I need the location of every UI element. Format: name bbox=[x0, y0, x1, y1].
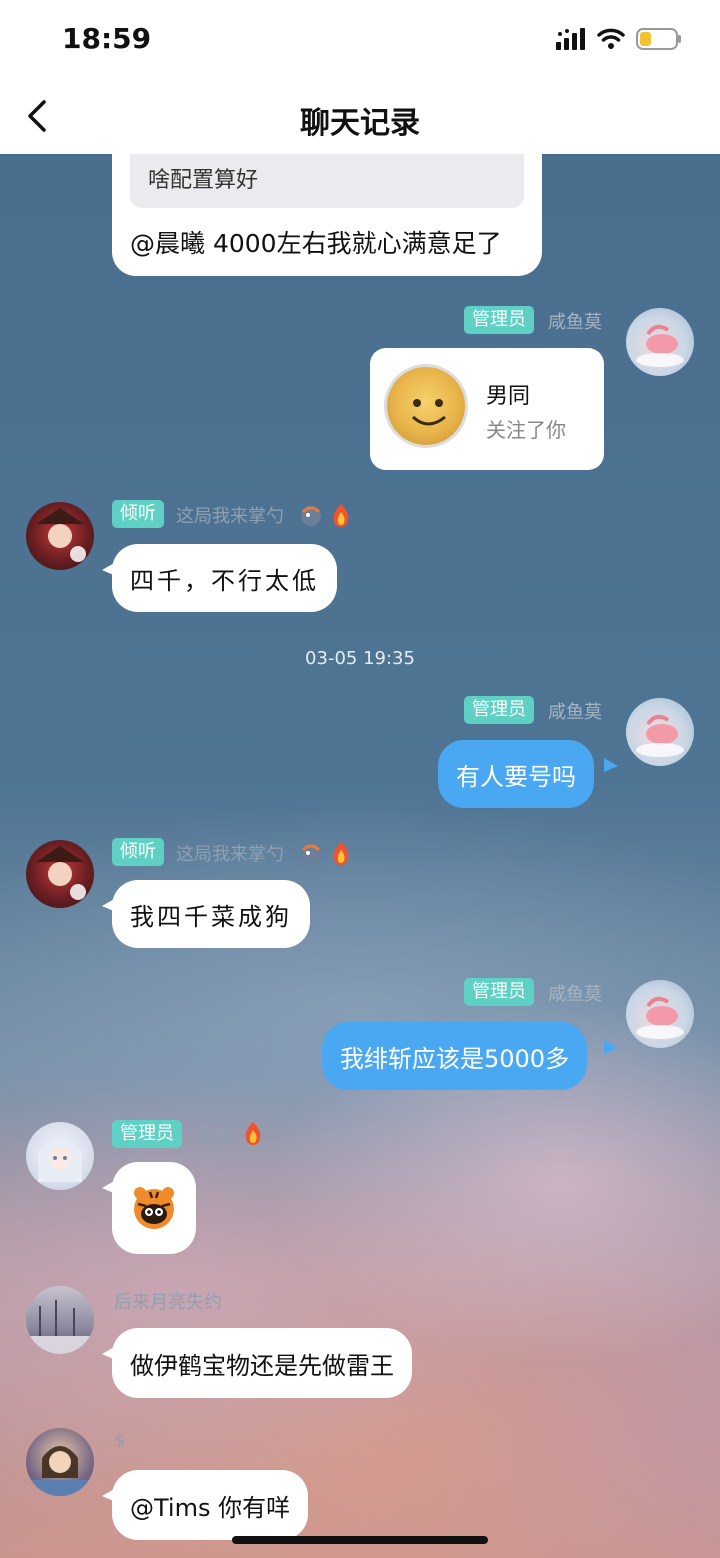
avatar[interactable] bbox=[626, 308, 694, 376]
message-text: 四千，不行太低 bbox=[130, 566, 319, 595]
message-text: 我四千菜成狗 bbox=[130, 902, 292, 931]
username: 弦弦 bbox=[196, 1126, 232, 1147]
message-bubble[interactable]: 四千，不行太低 bbox=[112, 544, 337, 612]
follow-user-name: 男同 bbox=[486, 384, 531, 409]
admin-badge: 管理员 bbox=[464, 978, 534, 1006]
bubble-tail bbox=[102, 1346, 116, 1360]
reply-text: @晨曦 4000左右我就心满意足了 bbox=[130, 229, 502, 258]
status-time: 18:59 bbox=[62, 22, 152, 55]
avatar[interactable] bbox=[26, 1286, 94, 1354]
bubble-tail bbox=[102, 898, 116, 912]
admin-badge: 管理员 bbox=[464, 306, 534, 334]
message-bubble[interactable]: @Tims 你有咩 bbox=[112, 1470, 309, 1540]
bubble-tail bbox=[102, 562, 116, 576]
status-bar: 18:59 bbox=[0, 0, 720, 80]
username: 咸鱼莫 bbox=[548, 702, 602, 723]
username: $ bbox=[114, 1430, 126, 1451]
username: 咸鱼莫 bbox=[548, 312, 602, 333]
avatar[interactable] bbox=[626, 698, 694, 766]
home-indicator[interactable] bbox=[232, 1536, 488, 1544]
page-title: 聊天记录 bbox=[300, 106, 420, 141]
signal-icon bbox=[556, 28, 585, 50]
avatar[interactable] bbox=[26, 502, 94, 570]
follow-card[interactable]: 男同 关注了你 bbox=[370, 348, 604, 470]
chat-history[interactable]: 啥配置算好 @晨曦 4000左右我就心满意足了 管理员 咸鱼莫 男同 关注了你 … bbox=[0, 154, 720, 1558]
moon-icon bbox=[322, 744, 350, 770]
message-text: 有人要号吗 bbox=[456, 762, 576, 791]
fire-icon bbox=[333, 842, 349, 865]
dragon-icon bbox=[301, 844, 321, 864]
message-text: @Tims 你有咩 bbox=[130, 1493, 291, 1522]
admin-badge: 管理员 bbox=[112, 1120, 182, 1148]
username: 咸鱼莫 bbox=[548, 984, 602, 1005]
nav-bar: 聊天记录 bbox=[0, 80, 720, 154]
bubble-tail bbox=[604, 758, 618, 772]
message-text: 我绯斩应该是5000多 bbox=[340, 1044, 570, 1073]
tiger-sticker-icon bbox=[134, 1187, 174, 1229]
avatar[interactable] bbox=[626, 980, 694, 1048]
username: 这局我来掌勺 bbox=[176, 506, 284, 527]
wifi-icon bbox=[597, 28, 625, 49]
group-badge: 倾听 bbox=[112, 838, 164, 866]
message-bubble[interactable]: 我绯斩应该是5000多 bbox=[322, 1022, 588, 1090]
bubble-tail bbox=[102, 1180, 116, 1194]
reply-message-bubble[interactable]: 啥配置算好 @晨曦 4000左右我就心满意足了 bbox=[112, 154, 542, 276]
message-bubble[interactable]: 做伊鹤宝物还是先做雷王 bbox=[112, 1328, 412, 1398]
fire-icon bbox=[333, 504, 349, 527]
avatar[interactable] bbox=[26, 1428, 94, 1496]
avatar[interactable] bbox=[26, 840, 94, 908]
group-badge: 倾听 bbox=[112, 500, 164, 528]
dragon-icon bbox=[301, 506, 321, 526]
avatar bbox=[384, 364, 468, 448]
quoted-message: 啥配置算好 bbox=[130, 154, 524, 208]
message-bubble[interactable]: 我四千菜成狗 bbox=[112, 880, 310, 948]
bubble-tail bbox=[102, 1488, 116, 1502]
bubble-tail bbox=[604, 1040, 618, 1054]
follow-subtitle: 关注了你 bbox=[486, 418, 566, 442]
timestamp: 03-05 19:35 bbox=[305, 648, 415, 669]
sticker-bubble[interactable] bbox=[112, 1162, 196, 1254]
message-text: 做伊鹤宝物还是先做雷王 bbox=[130, 1351, 394, 1380]
username: 后来月亮失约 bbox=[114, 1292, 222, 1313]
admin-badge: 管理员 bbox=[464, 696, 534, 724]
fire-icon bbox=[245, 1122, 261, 1145]
battery-icon bbox=[636, 28, 681, 50]
username: 这局我来掌勺 bbox=[176, 844, 284, 865]
message-bubble[interactable]: 有人要号吗 bbox=[438, 740, 594, 808]
avatar[interactable] bbox=[26, 1122, 94, 1190]
